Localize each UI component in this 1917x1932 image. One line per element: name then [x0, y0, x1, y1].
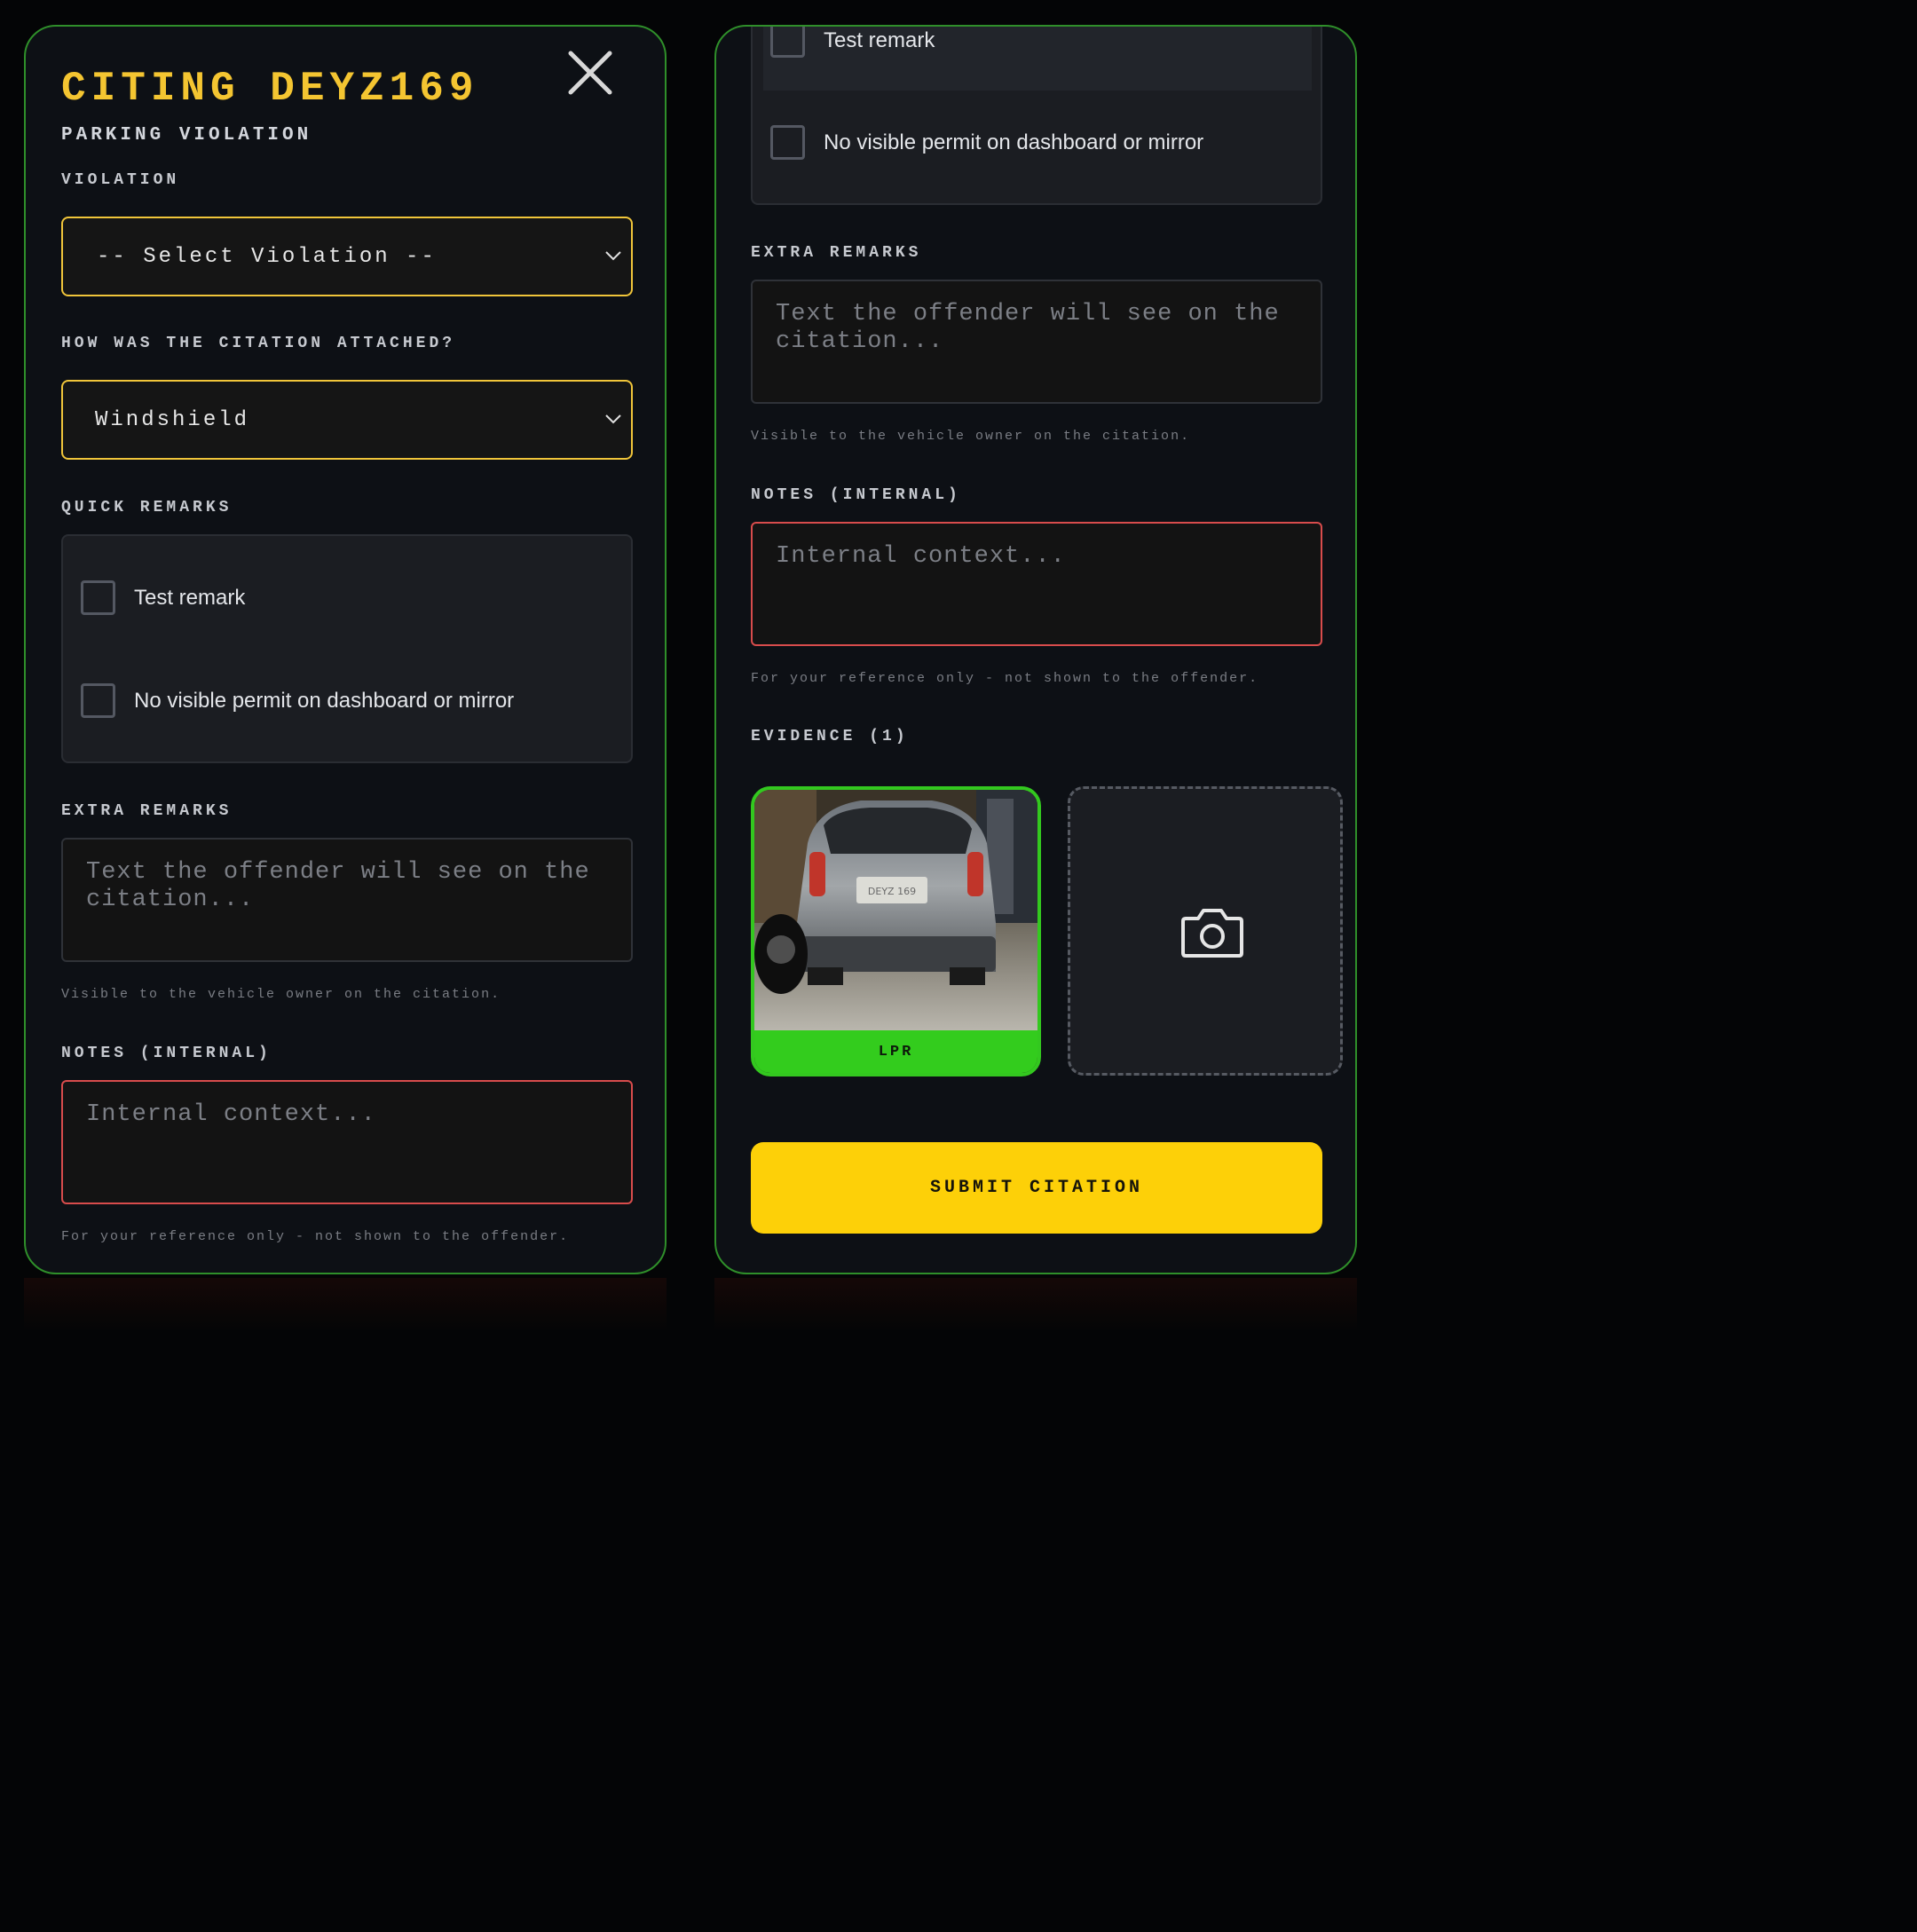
remark-checkbox[interactable]: [770, 125, 805, 160]
evidence-tag: LPR: [754, 1030, 1037, 1073]
remark-checkbox[interactable]: [81, 683, 115, 718]
notes-label: NOTES (INTERNAL): [61, 1045, 272, 1062]
attachment-label: HOW WAS THE CITATION ATTACHED?: [61, 335, 456, 352]
quick-remarks-list: Test remark No visible permit on dashboa…: [751, 27, 1322, 205]
remark-item[interactable]: Test remark: [770, 27, 935, 58]
panel-glow: [24, 1278, 667, 1331]
camera-icon: [1181, 909, 1243, 958]
extra-remarks-hint: Visible to the vehicle owner on the cita…: [751, 429, 1191, 444]
notes-hint: For your reference only - not shown to t…: [61, 1229, 570, 1244]
quick-remarks-label: QUICK REMARKS: [61, 499, 233, 517]
close-icon: [568, 51, 612, 95]
notes-label: NOTES (INTERNAL): [751, 486, 961, 504]
notes-input[interactable]: Internal context...: [751, 522, 1322, 646]
extra-remarks-hint: Visible to the vehicle owner on the cita…: [61, 987, 501, 1002]
remark-item[interactable]: Test remark: [81, 580, 245, 615]
notes-hint: For your reference only - not shown to t…: [751, 671, 1259, 686]
vehicle-photo: DEYZ 169: [754, 790, 1037, 1030]
attachment-select-value: Windshield: [95, 407, 250, 432]
remark-text: No visible permit on dashboard or mirror: [134, 688, 515, 713]
add-photo-button[interactable]: [1068, 786, 1343, 1076]
close-button[interactable]: [564, 46, 617, 99]
remark-text: No visible permit on dashboard or mirror: [824, 130, 1204, 154]
extra-remarks-input[interactable]: Text the offender will see on the citati…: [751, 280, 1322, 404]
violation-label: VIOLATION: [61, 171, 180, 189]
extra-remarks-label: EXTRA REMARKS: [751, 244, 922, 262]
citation-panel-bottom: Test remark No visible permit on dashboa…: [714, 25, 1357, 1274]
extra-remarks-input[interactable]: Text the offender will see on the citati…: [61, 838, 633, 962]
remark-item[interactable]: No visible permit on dashboard or mirror: [770, 125, 1203, 160]
remark-checkbox[interactable]: [81, 580, 115, 615]
evidence-label: EVIDENCE (1): [751, 728, 909, 745]
chevron-down-icon: [605, 251, 621, 261]
attachment-select[interactable]: Windshield: [61, 380, 633, 460]
chevron-down-icon: [605, 414, 621, 424]
page-title: CITING DEYZ169: [61, 66, 479, 112]
remark-text: Test remark: [824, 28, 935, 52]
submit-citation-button[interactable]: SUBMIT CITATION: [751, 1142, 1322, 1234]
page-subtitle: PARKING VIOLATION: [61, 125, 312, 146]
evidence-thumbnail[interactable]: DEYZ 169 LPR: [751, 786, 1041, 1076]
citation-panel-top: CITING DEYZ169 PARKING VIOLATION VIOLATI…: [24, 25, 667, 1274]
quick-remarks-list: Test remark No visible permit on dashboa…: [61, 534, 633, 763]
panel-glow: [714, 1278, 1357, 1331]
remark-checkbox[interactable]: [770, 27, 805, 58]
remark-text: Test remark: [134, 585, 246, 610]
notes-placeholder: Internal context...: [86, 1101, 376, 1128]
violation-select[interactable]: -- Select Violation --: [61, 217, 633, 296]
extra-remarks-placeholder: Text the offender will see on the citati…: [86, 859, 590, 913]
notes-input[interactable]: Internal context...: [61, 1080, 633, 1204]
remark-item[interactable]: No visible permit on dashboard or mirror: [81, 683, 514, 718]
plate-text: DEYZ 169: [868, 886, 916, 897]
violation-select-value: -- Select Violation --: [97, 244, 437, 269]
extra-remarks-label: EXTRA REMARKS: [61, 802, 233, 820]
notes-placeholder: Internal context...: [776, 543, 1066, 570]
extra-remarks-placeholder: Text the offender will see on the citati…: [776, 301, 1280, 355]
